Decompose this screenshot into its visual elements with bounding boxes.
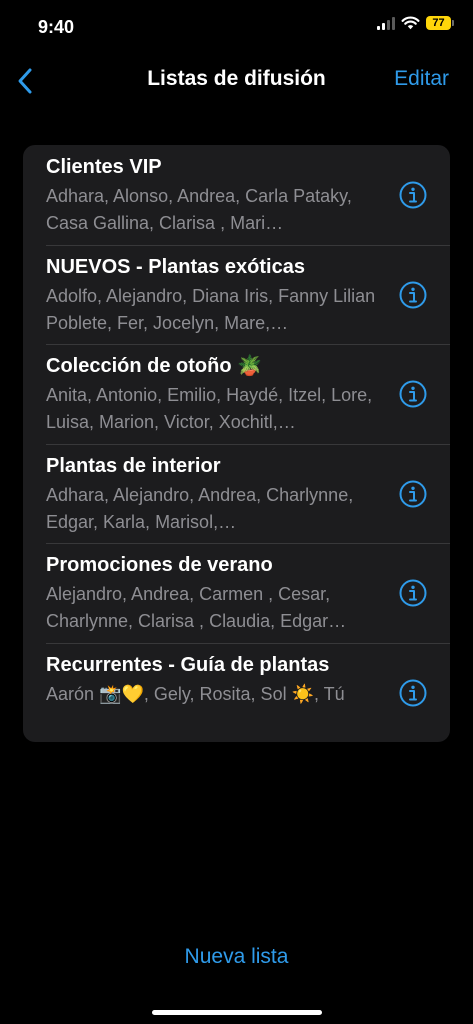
list-item-text: Plantas de interior Adhara, Alejandro, An… xyxy=(46,453,396,536)
cellular-signal-icon xyxy=(377,16,395,30)
status-time: 9:40 xyxy=(38,17,75,37)
broadcast-lists-screen: 9:40 77 Listas de difusión Editar Client… xyxy=(0,0,473,1024)
battery-icon: 77 xyxy=(426,16,454,30)
home-indicator xyxy=(152,1010,322,1015)
status-indicators: 77 xyxy=(377,16,454,30)
info-icon[interactable] xyxy=(399,380,427,408)
list-item-title: Promociones de verano xyxy=(46,554,273,576)
list-item-title: Recurrentes - Guía de plantas xyxy=(46,653,330,676)
list-item-title: Clientes VIP xyxy=(46,156,162,178)
list-item-title: Plantas de interior xyxy=(46,454,221,477)
list-item-members: Anita, Antonio, Emilio, Haydé, Itzel, Lo… xyxy=(46,385,373,432)
info-icon[interactable] xyxy=(399,579,427,607)
list-item-text: NUEVOS - Plantas exóticas Adolfo, Alejand… xyxy=(46,254,396,337)
navigation-bar: Listas de difusión Editar xyxy=(0,56,473,104)
broadcast-list-item[interactable]: Plantas de interior Adhara, Alejandro, An… xyxy=(23,443,450,544)
broadcast-list-item[interactable]: Clientes VIP Adhara, Alonso, Andrea, Carl… xyxy=(23,145,450,245)
broadcast-list-item[interactable]: Promociones de verano Alejandro, Andrea, … xyxy=(23,543,450,643)
list-item-members: Aarón 📸💛, Gely, Rosita, Sol ☀️, Tú xyxy=(46,683,345,704)
list-item-text: Recurrentes - Guía de plantas Aarón 📸💛, G… xyxy=(46,652,396,708)
info-icon[interactable] xyxy=(399,480,427,508)
new-list-footer: Nueva lista xyxy=(0,945,473,969)
list-item-title: Colección de otoño 🪴 xyxy=(46,355,263,377)
info-icon[interactable] xyxy=(399,181,427,209)
list-item-text: Promociones de verano Alejandro, Andrea, … xyxy=(46,552,396,635)
info-icon[interactable] xyxy=(399,679,427,707)
list-item-members: Alejandro, Andrea, Carmen , Cesar, Charl… xyxy=(46,584,347,631)
broadcast-list-item[interactable]: Colección de otoño 🪴 Anita, Antonio, Emil… xyxy=(23,344,450,444)
list-item-text: Clientes VIP Adhara, Alonso, Andrea, Carl… xyxy=(46,154,396,237)
broadcast-list-item[interactable]: NUEVOS - Plantas exóticas Adolfo, Alejand… xyxy=(23,244,450,345)
list-item-text: Colección de otoño 🪴 Anita, Antonio, Emil… xyxy=(46,353,396,436)
broadcast-list-item[interactable]: Recurrentes - Guía de plantas Aarón 📸💛, G… xyxy=(23,642,450,743)
list-item-members: Adhara, Alejandro, Andrea, Charlynne, Ed… xyxy=(46,484,354,532)
broadcast-list: Clientes VIP Adhara, Alonso, Andrea, Carl… xyxy=(23,145,450,742)
list-item-members: Adhara, Alonso, Andrea, Carla Pataky, Ca… xyxy=(46,186,352,233)
edit-button[interactable]: Editar xyxy=(394,67,449,91)
list-item-members: Adolfo, Alejandro, Diana Iris, Fanny Lil… xyxy=(46,285,376,333)
new-list-button[interactable]: Nueva lista xyxy=(185,945,289,968)
list-item-title: NUEVOS - Plantas exóticas xyxy=(46,255,305,278)
info-icon[interactable] xyxy=(399,281,427,309)
wifi-icon xyxy=(401,16,420,30)
status-bar: 9:40 77 xyxy=(0,0,473,56)
